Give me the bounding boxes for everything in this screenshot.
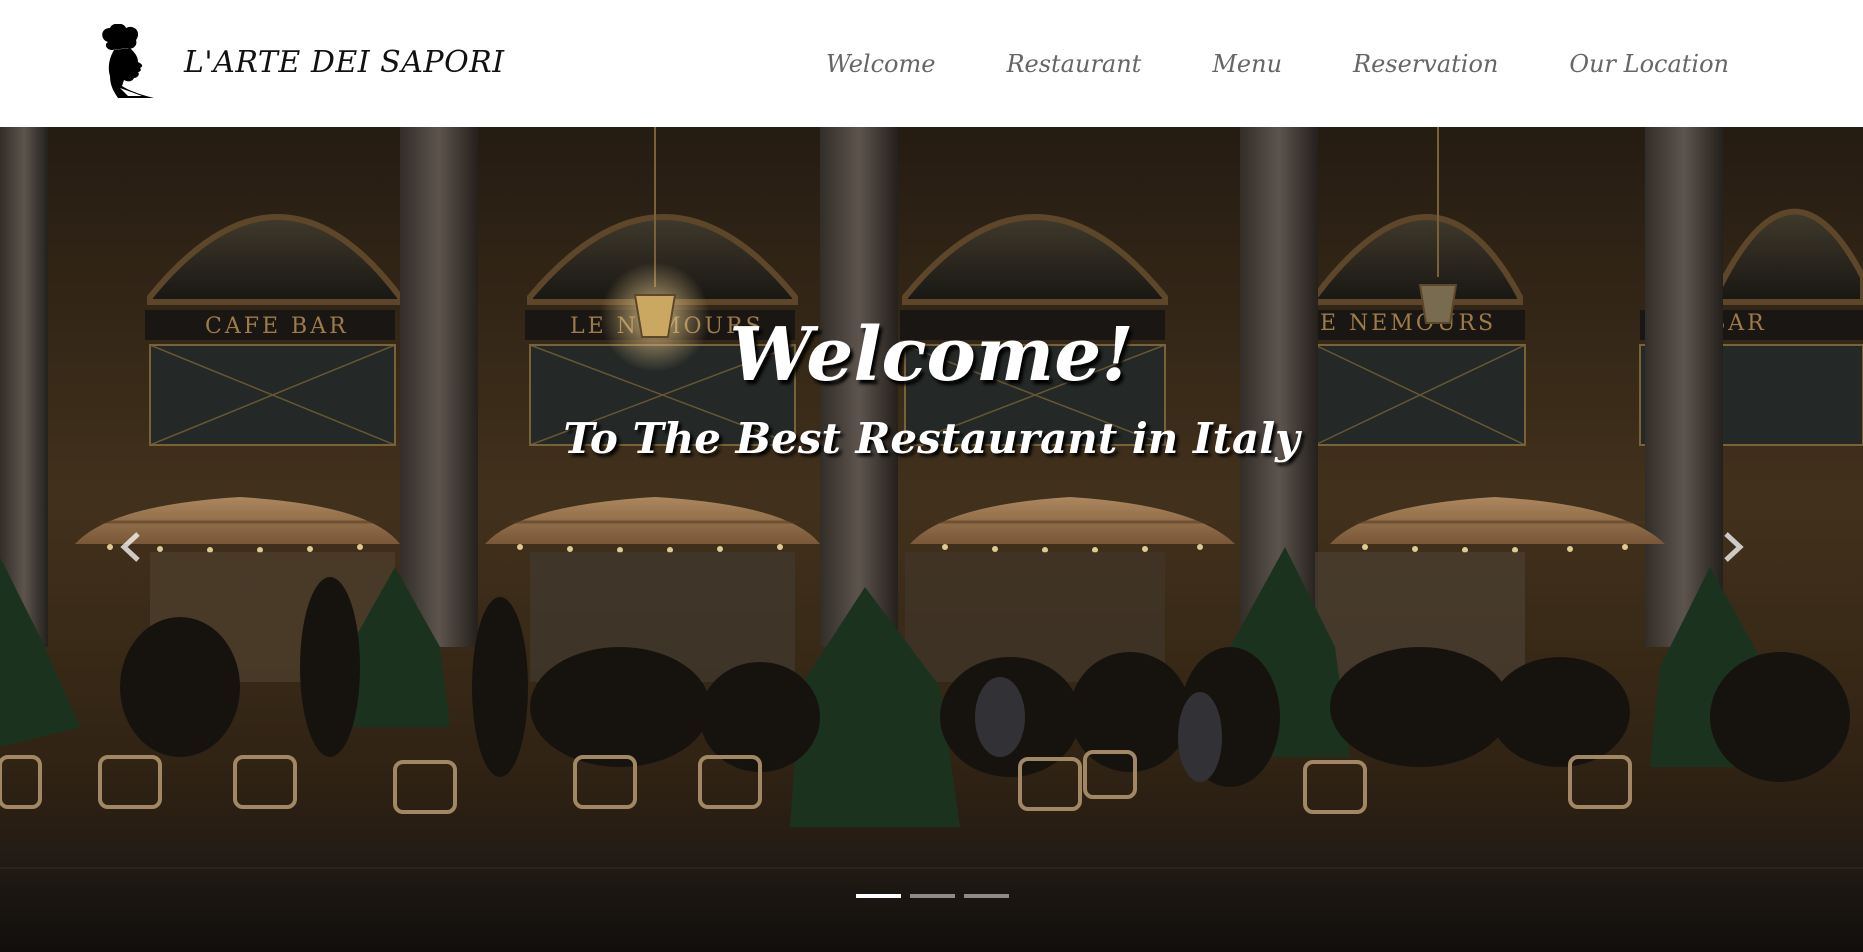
chevron-left-icon — [120, 532, 140, 562]
chef-silhouette-icon — [102, 24, 154, 98]
nav-link-restaurant[interactable]: Restaurant — [1006, 50, 1141, 78]
brand-link[interactable]: L'ARTE DEI SAPORI — [98, 22, 505, 102]
carousel-next-button[interactable] — [1714, 517, 1754, 577]
nav-link-welcome[interactable]: Welcome — [826, 50, 935, 78]
nav-link-menu[interactable]: Menu — [1212, 50, 1282, 78]
chevron-right-icon — [1724, 532, 1744, 562]
carousel-indicator-2[interactable] — [910, 894, 955, 898]
hero-subtitle: To The Best Restaurant in Italy — [563, 414, 1300, 463]
hero-carousel: CAFE BAR LE NEMOURS E NEMOURS E BAR — [0, 127, 1863, 952]
hero-title: Welcome! — [729, 312, 1134, 398]
navbar: L'ARTE DEI SAPORI Welcome Restaurant Men… — [0, 0, 1863, 127]
carousel-prev-button[interactable] — [110, 517, 150, 577]
nav-link-our-location[interactable]: Our Location — [1569, 50, 1729, 78]
brand-name: L'ARTE DEI SAPORI — [184, 44, 505, 80]
main-nav: Welcome Restaurant Menu Reservation Our … — [755, 0, 1729, 127]
hero-overlay — [0, 127, 1863, 952]
carousel-indicator-1[interactable] — [856, 894, 901, 898]
carousel-indicators — [856, 894, 1009, 898]
nav-link-reservation[interactable]: Reservation — [1353, 50, 1498, 78]
carousel-indicator-3[interactable] — [964, 894, 1009, 898]
